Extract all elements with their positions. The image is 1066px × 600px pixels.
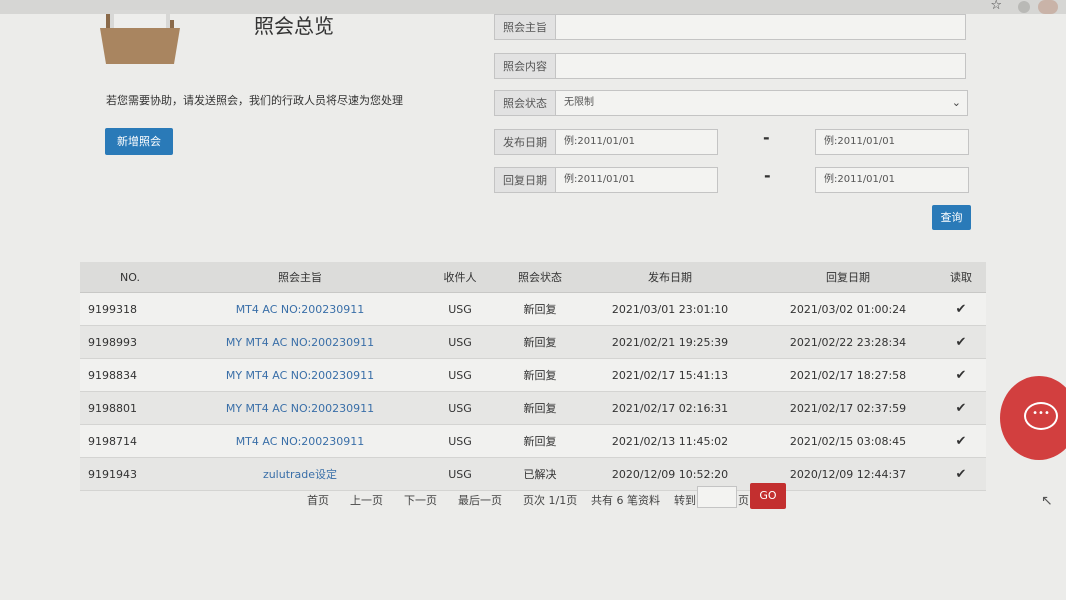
table-row[interactable]: 9199318 MT4 AC NO:200230911 USG 新回复 2021… [80, 292, 986, 326]
status-label: 照会状态 [494, 90, 556, 116]
pager-goto-label: 转到 [674, 494, 696, 507]
cell-no: 9191943 [80, 457, 180, 491]
goto-page-input[interactable] [697, 486, 737, 508]
mouse-cursor-icon: ↖ [1041, 493, 1053, 509]
status-select-value: 无限制 [564, 97, 594, 108]
checkmark-icon: ✔ [936, 325, 986, 359]
cell-replied: 2021/02/22 23:28:34 [760, 325, 936, 359]
pager-page-info: 页次 1/1页 [523, 494, 578, 507]
table-row[interactable]: 9198801 MY MT4 AC NO:200230911 USG 新回复 2… [80, 391, 986, 425]
cell-no: 9198801 [80, 391, 180, 425]
subject-input[interactable] [556, 14, 966, 40]
header-read[interactable]: 读取 [936, 262, 986, 293]
cell-status: 新回复 [500, 424, 580, 458]
reply-date-to[interactable]: 例:2011/01/01 [815, 167, 969, 193]
content-label: 照会内容 [494, 53, 556, 79]
cell-recipient: USG [420, 292, 500, 326]
content-input[interactable] [556, 53, 966, 79]
chevron-down-icon: ⌄ [951, 96, 961, 109]
header-recipient[interactable]: 收件人 [420, 262, 500, 293]
cell-replied: 2021/02/17 02:37:59 [760, 391, 936, 425]
new-inquiry-button[interactable]: 新增照会 [105, 128, 173, 155]
profile-avatar[interactable] [1038, 0, 1058, 14]
status-row: 照会状态 无限制 ⌄ [494, 90, 968, 116]
cell-published: 2021/02/17 02:16:31 [580, 391, 760, 425]
cell-no: 9199318 [80, 292, 180, 326]
pager-total: 共有 6 笔资料 [591, 494, 660, 507]
folder-icon [100, 10, 180, 64]
query-button[interactable]: 查询 [932, 205, 971, 230]
cell-replied: 2021/02/15 03:08:45 [760, 424, 936, 458]
subject-row: 照会主旨 [494, 14, 966, 40]
cell-recipient: USG [420, 424, 500, 458]
cell-subject-link[interactable]: zulutrade设定 [180, 457, 420, 491]
pager-last-link[interactable]: 最后一页 [458, 492, 502, 508]
chat-bubble-icon: ••• [1024, 402, 1058, 430]
header-status[interactable]: 照会状态 [500, 262, 580, 293]
header-replied[interactable]: 回复日期 [760, 262, 936, 293]
pager-next-link[interactable]: 下一页 [404, 492, 437, 508]
table-row[interactable]: 9191943 zulutrade设定 USG 已解决 2020/12/09 1… [80, 457, 986, 491]
cell-replied: 2021/03/02 01:00:24 [760, 292, 936, 326]
bookmark-star-icon[interactable]: ☆ [990, 0, 1002, 13]
cell-published: 2021/02/13 11:45:02 [580, 424, 760, 458]
cell-subject-link[interactable]: MY MT4 AC NO:200230911 [180, 325, 420, 359]
cell-recipient: USG [420, 391, 500, 425]
cell-published: 2021/02/17 15:41:13 [580, 358, 760, 392]
publish-date-to[interactable]: 例:2011/01/01 [815, 129, 969, 155]
help-text: 若您需要协助，请发送照会，我们的行政人员将尽速为您处理 [106, 94, 403, 107]
cell-subject-link[interactable]: MT4 AC NO:200230911 [180, 292, 420, 326]
extension-icon[interactable] [1018, 1, 1030, 13]
table-row[interactable]: 9198834 MY MT4 AC NO:200230911 USG 新回复 2… [80, 358, 986, 392]
cell-published: 2021/02/21 19:25:39 [580, 325, 760, 359]
cell-status: 新回复 [500, 292, 580, 326]
cell-no: 9198834 [80, 358, 180, 392]
header-no[interactable]: NO. [80, 262, 180, 293]
cell-replied: 2020/12/09 12:44:37 [760, 457, 936, 491]
cell-no: 9198993 [80, 325, 180, 359]
checkmark-icon: ✔ [936, 391, 986, 425]
cell-status: 新回复 [500, 358, 580, 392]
subject-label: 照会主旨 [494, 14, 556, 40]
checkmark-icon: ✔ [936, 457, 986, 491]
cell-status: 新回复 [500, 325, 580, 359]
pager-first-link[interactable]: 首页 [307, 492, 329, 508]
cell-recipient: USG [420, 358, 500, 392]
cell-subject-link[interactable]: MT4 AC NO:200230911 [180, 424, 420, 458]
table-row[interactable]: 9198993 MY MT4 AC NO:200230911 USG 新回复 2… [80, 325, 986, 359]
reply-date-row: 回复日期 例:2011/01/01 [494, 167, 718, 193]
reply-date-dash: - [764, 166, 771, 185]
cell-published: 2021/03/01 23:01:10 [580, 292, 760, 326]
publish-date-label: 发布日期 [494, 129, 556, 155]
cell-recipient: USG [420, 457, 500, 491]
cell-status: 已解决 [500, 457, 580, 491]
header-subject[interactable]: 照会主旨 [180, 262, 420, 293]
checkmark-icon: ✔ [936, 292, 986, 326]
table-header-row: NO. 照会主旨 收件人 照会状态 发布日期 回复日期 读取 [80, 262, 986, 293]
reply-date-label: 回复日期 [494, 167, 556, 193]
cell-subject-link[interactable]: MY MT4 AC NO:200230911 [180, 358, 420, 392]
content-row: 照会内容 [494, 53, 966, 79]
go-button[interactable]: GO [750, 483, 786, 509]
cell-no: 9198714 [80, 424, 180, 458]
cell-subject-link[interactable]: MY MT4 AC NO:200230911 [180, 391, 420, 425]
cell-status: 新回复 [500, 391, 580, 425]
cell-recipient: USG [420, 325, 500, 359]
inquiry-table: NO. 照会主旨 收件人 照会状态 发布日期 回复日期 读取 9199318 M… [80, 262, 986, 491]
cell-replied: 2021/02/17 18:27:58 [760, 358, 936, 392]
pager-prev-link[interactable]: 上一页 [350, 492, 383, 508]
page-title: 照会总览 [254, 14, 334, 38]
checkmark-icon: ✔ [936, 424, 986, 458]
status-select[interactable]: 无限制 ⌄ [556, 90, 968, 116]
publish-date-from[interactable]: 例:2011/01/01 [556, 129, 718, 155]
pager-page-suffix: 页 [738, 494, 749, 507]
publish-date-row: 发布日期 例:2011/01/01 [494, 129, 718, 155]
publish-date-dash: - [763, 128, 770, 147]
table-row[interactable]: 9198714 MT4 AC NO:200230911 USG 新回复 2021… [80, 424, 986, 458]
reply-date-from[interactable]: 例:2011/01/01 [556, 167, 718, 193]
header-published[interactable]: 发布日期 [580, 262, 760, 293]
checkmark-icon: ✔ [936, 358, 986, 392]
